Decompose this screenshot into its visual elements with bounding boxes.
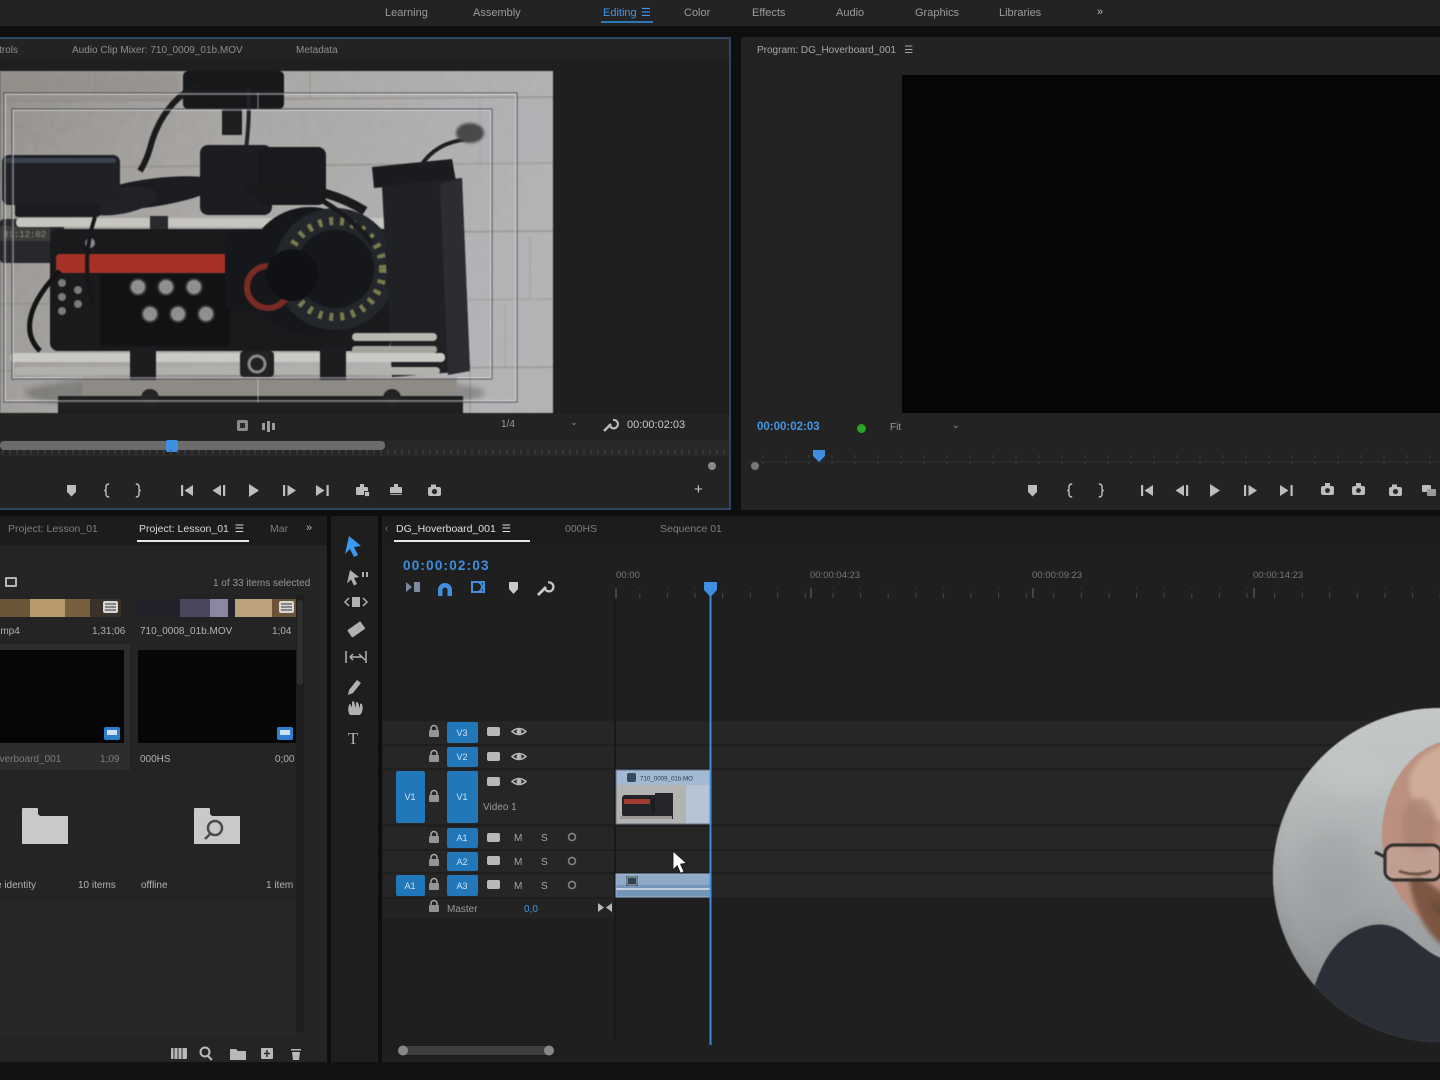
svg-text:V3: V3 bbox=[456, 728, 467, 738]
svg-text:S: S bbox=[541, 833, 548, 844]
svg-text:V1: V1 bbox=[456, 792, 467, 802]
svg-text:A2: A2 bbox=[456, 857, 467, 867]
svg-text:Master: Master bbox=[447, 904, 478, 915]
svg-text:M: M bbox=[514, 881, 522, 892]
svg-text:710_0009_01b.MO: 710_0009_01b.MO bbox=[640, 776, 693, 783]
svg-text:0,0: 0,0 bbox=[524, 904, 538, 915]
svg-text:V2: V2 bbox=[456, 752, 467, 762]
svg-text:A1: A1 bbox=[456, 833, 467, 843]
svg-text:Video 1: Video 1 bbox=[483, 802, 517, 813]
svg-text:V1: V1 bbox=[404, 792, 415, 802]
svg-text:S: S bbox=[541, 857, 548, 868]
svg-text:M: M bbox=[514, 857, 522, 868]
svg-text:M: M bbox=[514, 833, 522, 844]
svg-text:T: T bbox=[348, 729, 359, 748]
svg-text:A3: A3 bbox=[456, 881, 467, 891]
svg-text:A1: A1 bbox=[404, 881, 415, 891]
svg-text:S: S bbox=[541, 881, 548, 892]
